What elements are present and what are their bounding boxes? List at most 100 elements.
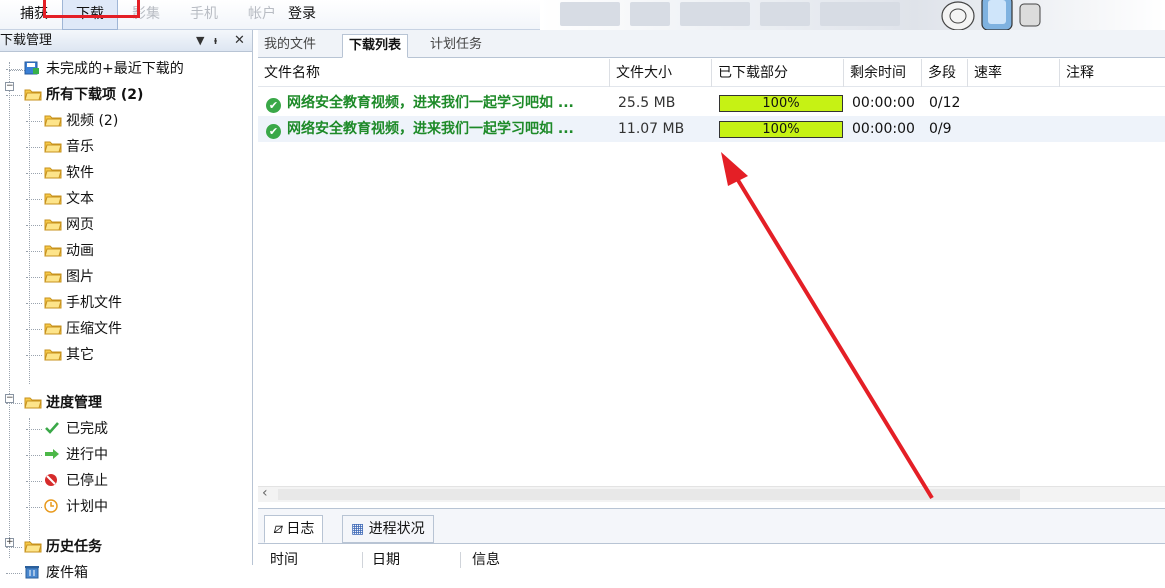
tree-item-animation[interactable]: 动画 (44, 238, 94, 264)
tree-item-trash[interactable]: 废件箱 (24, 560, 88, 586)
tree-item-progress-management-label: 进度管理 (46, 395, 102, 411)
log-column-info[interactable]: 信息 (472, 550, 500, 570)
column-header-size[interactable]: 文件大小 (610, 59, 712, 87)
tree-item-phone-files[interactable]: 手机文件 (44, 290, 122, 316)
download-manager-panel: 下载管理 ▼ ᵼ ✕ 未完成的+最近下载的 − 所有下载项 (2) 视频 (2) 音乐软… (0, 30, 253, 581)
menu-phone[interactable]: 手机 (184, 0, 224, 30)
folder-icon (24, 392, 42, 409)
tree-item-in-progress-label: 进行中 (66, 447, 108, 463)
tree-item-completed-label: 已完成 (66, 421, 108, 437)
tab-my-files[interactable]: 我的文件 (258, 34, 322, 58)
remaining-time: 00:00:00 (852, 121, 915, 137)
folder-icon (44, 344, 62, 361)
tree-item-archives[interactable]: 压缩文件 (44, 316, 122, 342)
tree-item-completed[interactable]: 已完成 (44, 416, 108, 442)
check-circle-icon: ✔ (266, 98, 281, 113)
tree-item-other[interactable]: 其它 (44, 342, 94, 368)
bottom-panel: ⧄ 日志 ▦ 进程状况 时间 日期 信息 (258, 508, 1165, 568)
progress-bar: 100% (719, 95, 843, 112)
tree-item-scheduled[interactable]: 计划中 (44, 494, 108, 520)
tree-item-webpage[interactable]: 网页 (44, 212, 94, 238)
log-icon: ⧄ (273, 521, 282, 537)
horizontal-scrollbar[interactable]: ‹ (258, 485, 1165, 502)
tree-item-text-label: 文本 (66, 191, 94, 207)
main-area: 我的文件 下载列表 计划任务 文件名称 文件大小 已下载部分 剩余时间 多段 速… (258, 30, 1165, 568)
progress-label: 100% (762, 122, 800, 137)
tree-expander-progress[interactable]: − (5, 394, 14, 403)
log-table-header: 时间 日期 信息 (258, 543, 1165, 568)
pin-icon[interactable]: ᵼ (214, 30, 217, 52)
close-icon[interactable]: ✕ (234, 30, 245, 52)
tree-item-phone-files-label: 手机文件 (66, 295, 122, 311)
column-header-name[interactable]: 文件名称 (258, 59, 610, 87)
folder-icon (44, 110, 62, 127)
folder-icon (44, 266, 62, 283)
folder-icon (44, 136, 62, 153)
panel-menu-icon[interactable]: ▼ (196, 30, 204, 52)
stop-icon (44, 470, 62, 486)
tab-process-status[interactable]: ▦ 进程状况 (342, 515, 434, 543)
folder-icon (44, 188, 62, 205)
tree-item-text[interactable]: 文本 (44, 186, 94, 212)
view-tabs: 我的文件 下载列表 计划任务 (258, 30, 1165, 58)
tree-item-all-downloads[interactable]: 所有下载项 (2) (24, 82, 143, 108)
tree-expander-history[interactable]: + (5, 538, 14, 547)
tree-item-webpage-label: 网页 (66, 217, 94, 233)
log-column-date[interactable]: 日期 (372, 550, 400, 570)
file-name: 网络安全教育视频，进来我们一起学习吧如 ... (287, 121, 574, 137)
tree-item-software-label: 软件 (66, 165, 94, 181)
tab-process-status-label: 进程状况 (368, 521, 425, 537)
tree-item-software[interactable]: 软件 (44, 160, 94, 186)
tree-item-animation-label: 动画 (66, 243, 94, 259)
scrollbar-thumb[interactable] (278, 489, 1020, 500)
column-header-remaining[interactable]: 剩余时间 (844, 59, 922, 87)
folder-icon (44, 292, 62, 309)
download-row[interactable]: ✔ 网络安全教育视频，进来我们一起学习吧如 ... 25.5 MB 100% 00:00… (258, 90, 1165, 116)
tree-item-video-label: 视频 (2) (66, 113, 119, 129)
check-icon (44, 418, 62, 434)
log-column-time[interactable]: 时间 (270, 550, 298, 570)
header-banner (540, 0, 1165, 30)
panel-header: 下载管理 ▼ ᵼ ✕ (0, 30, 252, 52)
folder-icon (44, 240, 62, 257)
tree-item-archives-label: 压缩文件 (66, 321, 122, 337)
tab-scheduled-tasks[interactable]: 计划任务 (424, 34, 488, 58)
menu-login[interactable]: 登录 (282, 0, 322, 30)
tree-item-history-label: 历史任务 (46, 539, 102, 555)
tree-item-image[interactable]: 图片 (44, 264, 94, 290)
tree-expander-all[interactable]: − (5, 82, 14, 91)
tree-item-in-progress[interactable]: 进行中 (44, 442, 108, 468)
tree-item-stopped[interactable]: 已停止 (44, 468, 108, 494)
tree-item-image-label: 图片 (66, 269, 94, 285)
tree-item-music[interactable]: 音乐 (44, 134, 94, 160)
menu-account[interactable]: 帐户 (242, 0, 282, 30)
column-header-speed[interactable]: 速率 (968, 59, 1060, 87)
tree-item-video[interactable]: 视频 (2) (44, 108, 118, 134)
banner-illustration (941, 0, 1041, 30)
table-header: 文件名称 文件大小 已下载部分 剩余时间 多段 速率 注释 (258, 59, 1165, 87)
folder-icon (44, 162, 62, 179)
tree-item-stopped-label: 已停止 (66, 473, 108, 489)
tab-log[interactable]: ⧄ 日志 (264, 515, 324, 543)
column-header-segments[interactable]: 多段 (922, 59, 968, 87)
tab-download-list[interactable]: 下载列表 (342, 34, 409, 58)
segments: 0/12 (929, 95, 961, 111)
panel-title: 下载管理 (0, 33, 53, 48)
file-size: 11.07 MB (618, 121, 685, 137)
column-header-notes[interactable]: 注释 (1060, 59, 1165, 87)
download-row[interactable]: ✔ 网络安全教育视频，进来我们一起学习吧如 ... 11.07 MB 100% 00:0… (258, 116, 1165, 142)
column-header-downloaded[interactable]: 已下载部分 (712, 59, 844, 87)
tree-item-progress-management[interactable]: 进度管理 (24, 390, 102, 416)
folder-icon (44, 318, 62, 335)
tree-item-music-label: 音乐 (66, 139, 94, 155)
folder-icon (24, 536, 42, 553)
tree-item-history[interactable]: 历史任务 (24, 534, 102, 560)
tree-item-all-downloads-label: 所有下载项 (2) (46, 87, 144, 103)
scroll-left-icon[interactable]: ‹ (262, 485, 268, 501)
tree-item-incomplete-recent[interactable]: 未完成的+最近下载的 (24, 56, 184, 82)
tree-item-trash-label: 废件箱 (46, 565, 88, 581)
remaining-time: 00:00:00 (852, 95, 915, 111)
clock-icon (44, 496, 62, 513)
check-circle-icon: ✔ (266, 124, 281, 139)
folder-icon (24, 84, 42, 101)
